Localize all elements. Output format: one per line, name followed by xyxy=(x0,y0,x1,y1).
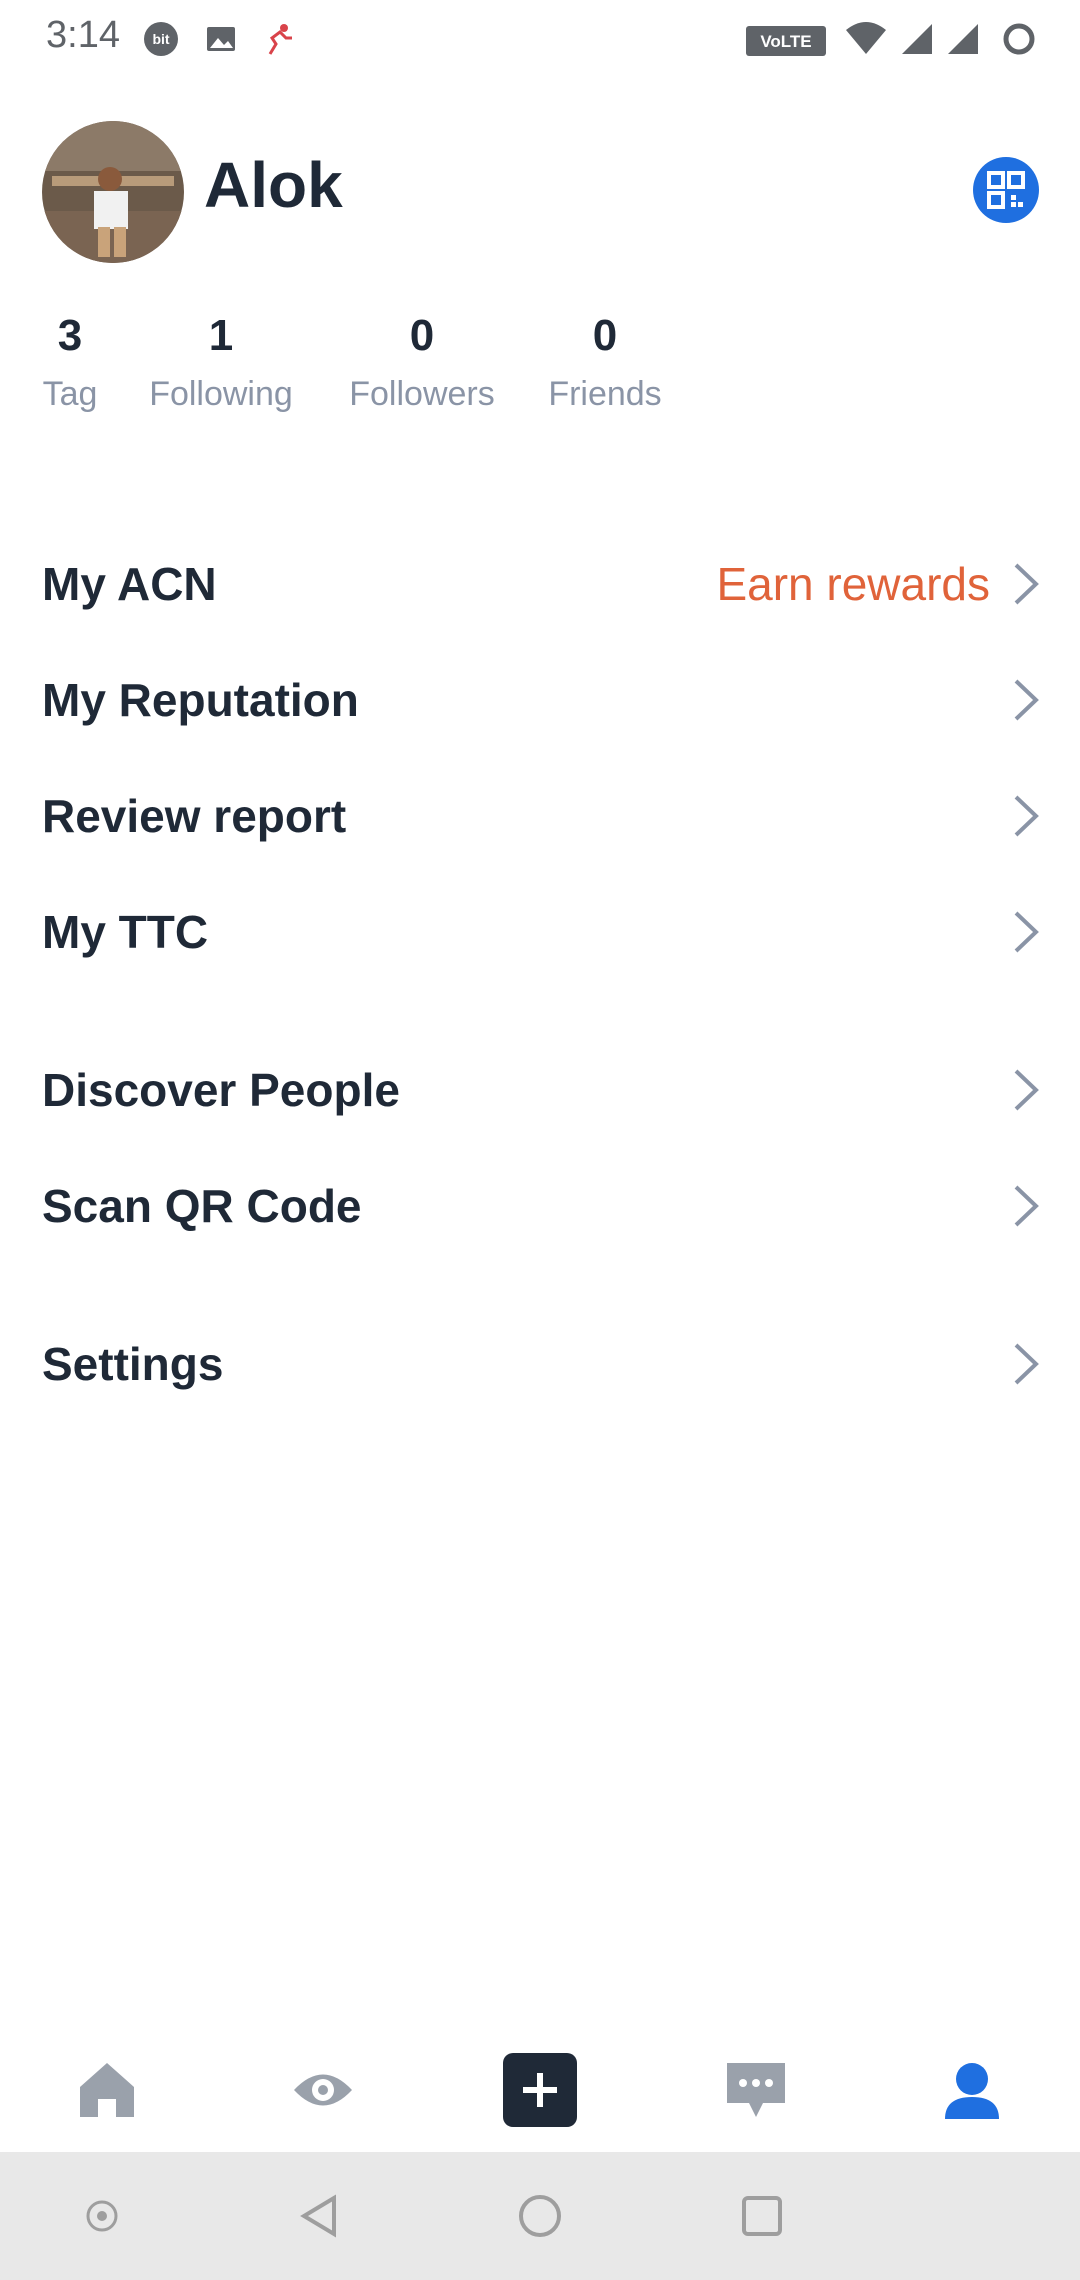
system-nav-bar xyxy=(0,2152,1080,2280)
avatar[interactable] xyxy=(42,121,184,263)
overview-icon xyxy=(742,2196,782,2236)
loading-icon xyxy=(1000,20,1038,58)
menu-item-label: My ACN xyxy=(42,558,217,610)
eye-icon xyxy=(294,2074,352,2106)
menu-item-settings[interactable]: Settings xyxy=(0,1314,1080,1414)
back-button[interactable] xyxy=(260,2152,380,2280)
plus-icon xyxy=(503,2053,577,2127)
svg-text:bit: bit xyxy=(152,31,169,47)
chevron-right-icon xyxy=(1014,679,1039,721)
overview-button[interactable] xyxy=(702,2152,822,2280)
menu-item-label: Settings xyxy=(42,1338,224,1390)
qr-code-icon xyxy=(987,171,1025,209)
stat-value: 0 xyxy=(592,311,618,360)
stat-label: Followers xyxy=(349,375,495,413)
stat-friends[interactable]: 0 Friends xyxy=(534,310,676,414)
back-icon xyxy=(300,2194,336,2238)
svg-text:VoLTE: VoLTE xyxy=(760,32,811,51)
bit-icon: bit xyxy=(142,20,180,58)
nav-messages-button[interactable] xyxy=(696,2030,816,2150)
volte-icon: VoLTE xyxy=(746,26,826,56)
home-button[interactable] xyxy=(480,2152,600,2280)
home-icon xyxy=(80,2063,134,2117)
recent-dot-icon xyxy=(86,2200,118,2232)
menu-item-my-reputation[interactable]: My Reputation xyxy=(0,650,1080,750)
menu-item-discover-people[interactable]: Discover People xyxy=(0,1040,1080,1140)
chevron-right-icon xyxy=(1014,1185,1039,1227)
menu-item-label: Scan QR Code xyxy=(42,1180,362,1232)
stat-label: Following xyxy=(149,375,293,413)
nav-create-button[interactable] xyxy=(480,2030,600,2150)
stat-value: 0 xyxy=(409,311,435,360)
menu-item-label: My Reputation xyxy=(42,674,359,726)
stat-followers[interactable]: 0 Followers xyxy=(334,310,510,414)
signal-icon xyxy=(898,20,936,58)
stat-label: Friends xyxy=(548,375,662,413)
stat-value: 1 xyxy=(208,311,234,360)
profile-icon xyxy=(945,2063,999,2119)
chevron-right-icon xyxy=(1014,1069,1039,1111)
nav-home-button[interactable] xyxy=(47,2030,167,2150)
nav-profile-button[interactable] xyxy=(912,2030,1032,2150)
nav-watch-button[interactable] xyxy=(263,2030,383,2150)
recent-dot-button[interactable] xyxy=(42,2152,162,2280)
gallery-icon xyxy=(202,20,240,58)
menu-item-my-acn[interactable]: My ACN Earn rewards xyxy=(0,534,1080,634)
menu-item-label: Review report xyxy=(42,790,347,842)
menu-item-my-ttc[interactable]: My TTC xyxy=(0,882,1080,982)
chevron-right-icon xyxy=(1014,563,1039,605)
profile-name: Alok xyxy=(204,149,343,221)
status-time: 3:14 xyxy=(46,14,120,56)
chat-icon xyxy=(727,2063,785,2117)
menu-item-label: Discover People xyxy=(42,1064,400,1116)
menu-item-review-report[interactable]: Review report xyxy=(0,766,1080,866)
stat-value: 3 xyxy=(57,311,83,360)
chevron-right-icon xyxy=(1014,1343,1039,1385)
bottom-nav xyxy=(0,2030,1080,2150)
chevron-right-icon xyxy=(1014,911,1039,953)
qr-code-button[interactable] xyxy=(973,157,1039,223)
menu-item-label: My TTC xyxy=(42,906,209,958)
stat-following[interactable]: 1 Following xyxy=(136,310,306,414)
stat-tag[interactable]: 3 Tag xyxy=(30,310,110,414)
home-circle-icon xyxy=(519,2195,561,2237)
wifi-icon xyxy=(844,20,886,58)
menu-item-scan-qr-code[interactable]: Scan QR Code xyxy=(0,1156,1080,1256)
status-bar: 3:14 bit VoLTE xyxy=(0,0,1080,80)
chevron-right-icon xyxy=(1014,795,1039,837)
signal-icon xyxy=(944,20,982,58)
stat-label: Tag xyxy=(42,375,98,413)
earn-rewards-link[interactable]: Earn rewards xyxy=(716,557,990,611)
runner-icon xyxy=(260,20,298,58)
